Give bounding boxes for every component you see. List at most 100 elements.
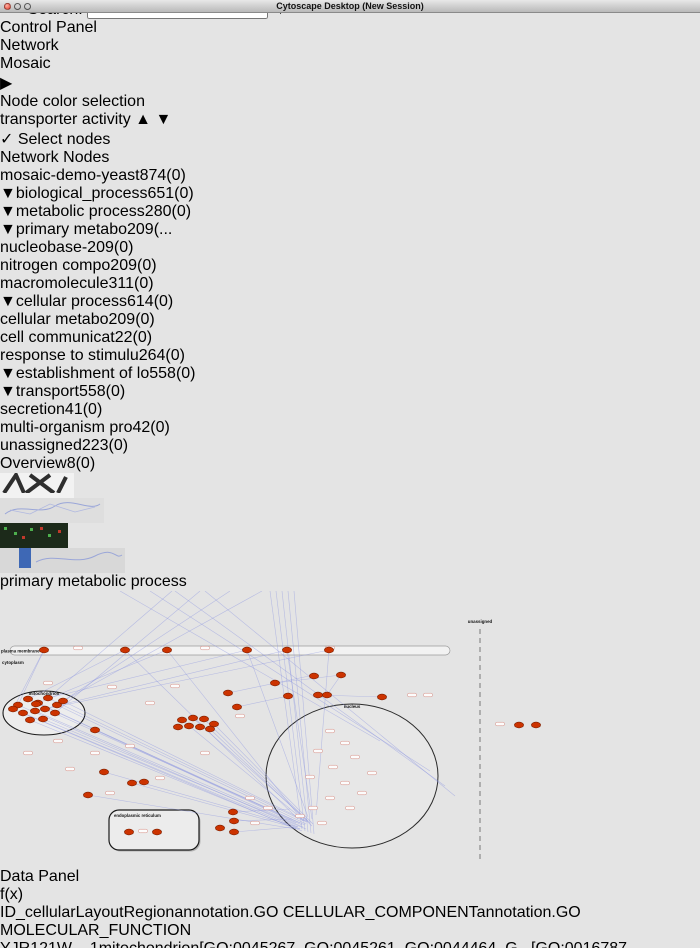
- node[interactable]: [25, 717, 34, 723]
- table-column-header[interactable]: ID: [0, 904, 16, 921]
- network-canvas[interactable]: plasma membranecytoplasmmitochondrionnuc…: [0, 591, 700, 868]
- node[interactable]: [152, 829, 161, 835]
- tree-row[interactable]: ▼primary metabo209(...: [0, 221, 700, 239]
- node[interactable]: [232, 704, 241, 710]
- edge[interactable]: [38, 703, 302, 825]
- tree-column-nodes[interactable]: Nodes: [63, 149, 109, 166]
- node[interactable]: [173, 724, 182, 730]
- tree-row[interactable]: ▼cellular process614(0): [0, 293, 700, 311]
- tree-row[interactable]: multi-organism pro42(0): [0, 419, 700, 437]
- node[interactable]: [39, 647, 48, 653]
- network-view-title-bar[interactable]: primary metabolic process: [0, 573, 700, 591]
- tree-row[interactable]: ▼metabolic process280(0): [0, 203, 700, 221]
- zoom-button[interactable]: [24, 3, 31, 10]
- network-graph[interactable]: plasma membranecytoplasmmitochondrionnuc…: [0, 591, 543, 863]
- node[interactable]: [514, 722, 523, 728]
- node[interactable]: [124, 829, 133, 835]
- node[interactable]: [50, 710, 59, 716]
- table-row[interactable]: YJR121W__1mitochondrion[GO:0045267, GO:0…: [0, 940, 700, 948]
- tree-row[interactable]: nucleobase-209(0): [0, 239, 700, 257]
- tree-row[interactable]: cellular metabo209(0): [0, 311, 700, 329]
- node[interactable]: [18, 710, 27, 716]
- node[interactable]: [162, 647, 171, 653]
- tree-column-network[interactable]: Network: [0, 149, 59, 166]
- table-column-header[interactable]: _cellularLayoutRegion: [16, 904, 174, 921]
- node[interactable]: [184, 723, 193, 729]
- node[interactable]: [229, 829, 238, 835]
- node[interactable]: [205, 726, 214, 732]
- node[interactable]: [215, 825, 224, 831]
- nucleus-region[interactable]: [266, 704, 438, 848]
- node[interactable]: [324, 647, 333, 653]
- edge[interactable]: [234, 827, 294, 832]
- node[interactable]: [139, 779, 148, 785]
- node[interactable]: [283, 693, 292, 699]
- dropdown-stepper-icon[interactable]: ▲ ▼: [135, 111, 171, 128]
- tree-row[interactable]: mosaic-demo-yeast874(0): [0, 167, 700, 185]
- node[interactable]: [31, 701, 40, 707]
- node[interactable]: [58, 698, 67, 704]
- node[interactable]: [90, 727, 99, 733]
- node[interactable]: [223, 690, 232, 696]
- tree-node-count: 8(0): [67, 455, 95, 472]
- expand-triangle-icon[interactable]: ▼: [0, 293, 16, 310]
- node[interactable]: [270, 680, 279, 686]
- function-builder-button[interactable]: f(x): [0, 886, 23, 903]
- node[interactable]: [229, 818, 238, 824]
- node-label-pill: [496, 722, 505, 726]
- node-label-pill: [408, 693, 417, 697]
- tree-row[interactable]: nitrogen compo209(0): [0, 257, 700, 275]
- node[interactable]: [120, 647, 129, 653]
- node[interactable]: [23, 696, 32, 702]
- node[interactable]: [195, 724, 204, 730]
- node[interactable]: [30, 708, 39, 714]
- tree-label: Overview: [0, 455, 67, 472]
- node[interactable]: [38, 716, 47, 722]
- node[interactable]: [177, 717, 186, 723]
- node[interactable]: [8, 706, 17, 712]
- tab-mosaic[interactable]: Mosaic: [0, 55, 700, 73]
- edge[interactable]: [48, 698, 304, 821]
- tree-row[interactable]: cell communicat22(0): [0, 329, 700, 347]
- tree-row[interactable]: response to stimulu264(0): [0, 347, 700, 365]
- minimize-button[interactable]: [14, 3, 21, 10]
- node[interactable]: [83, 792, 92, 798]
- tree-row[interactable]: secretion41(0): [0, 401, 700, 419]
- node[interactable]: [228, 809, 237, 815]
- node[interactable]: [199, 716, 208, 722]
- tree-row[interactable]: Overview8(0): [0, 455, 700, 473]
- node[interactable]: [242, 647, 251, 653]
- expand-triangle-icon[interactable]: ▼: [0, 383, 16, 400]
- expand-triangle-icon[interactable]: ▼: [0, 203, 16, 220]
- tree-row[interactable]: ▼establishment of lo558(0): [0, 365, 700, 383]
- tabs-overflow-arrow[interactable]: ▶: [0, 73, 700, 93]
- node-label-pill: [329, 765, 338, 769]
- node[interactable]: [531, 722, 540, 728]
- tree-row[interactable]: ▼biological_process651(0): [0, 185, 700, 203]
- close-button[interactable]: [4, 3, 11, 10]
- node[interactable]: [313, 692, 322, 698]
- expand-triangle-icon[interactable]: ▼: [0, 365, 16, 382]
- node[interactable]: [282, 647, 291, 653]
- select-nodes-checkbox[interactable]: ✓: [0, 131, 13, 148]
- node[interactable]: [322, 692, 331, 698]
- node[interactable]: [309, 673, 318, 679]
- edge[interactable]: [35, 650, 287, 711]
- tree-row[interactable]: macromolecule311(0): [0, 275, 700, 293]
- tree-row[interactable]: ▼transport558(0): [0, 383, 700, 401]
- node-color-dropdown[interactable]: transporter activity ▲ ▼: [0, 111, 700, 129]
- edge[interactable]: [120, 591, 380, 741]
- expand-triangle-icon[interactable]: ▼: [0, 221, 16, 238]
- node[interactable]: [336, 672, 345, 678]
- node[interactable]: [188, 715, 197, 721]
- tab-network[interactable]: Network: [0, 37, 700, 55]
- tree-row[interactable]: unassigned223(0): [0, 437, 700, 455]
- edge[interactable]: [48, 591, 172, 698]
- node[interactable]: [40, 706, 49, 712]
- expand-triangle-icon[interactable]: ▼: [0, 185, 16, 202]
- node[interactable]: [127, 780, 136, 786]
- node[interactable]: [99, 769, 108, 775]
- table-column-header[interactable]: annotation.GO CELLULAR_COMPONENT: [174, 904, 476, 921]
- edge[interactable]: [237, 696, 288, 707]
- node[interactable]: [377, 694, 386, 700]
